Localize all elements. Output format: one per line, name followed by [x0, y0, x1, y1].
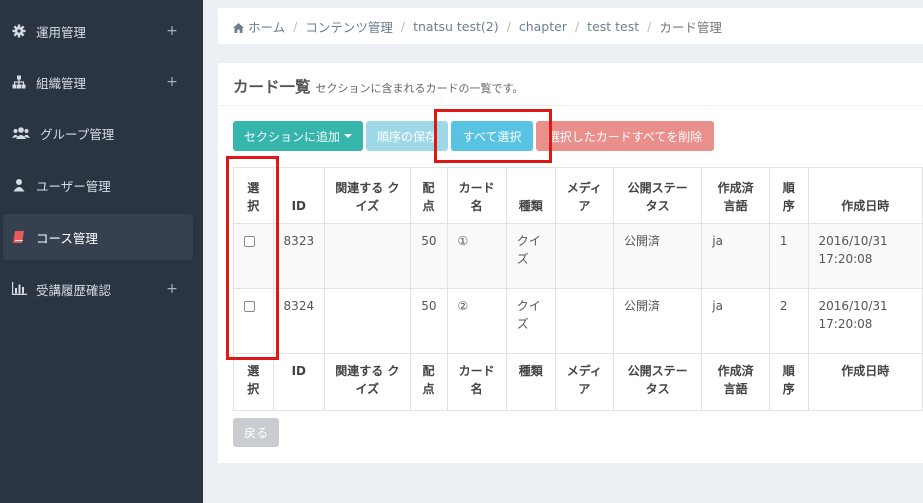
- back-button[interactable]: 戻る: [233, 418, 279, 447]
- cell-created: 2016/10/31 17:20:08: [807, 223, 923, 289]
- col-media: メディア: [554, 167, 614, 224]
- table-row: 8323 50 ① クイズ 公開済 ja 1 2016/10/31 17:20:…: [233, 223, 923, 289]
- cell-type: クイズ: [505, 288, 556, 354]
- sidebar-item-users[interactable]: ユーザー管理: [3, 162, 193, 208]
- table-footer: 選択 ID 関連する クイズ 配点 カード名 種類 メディア 公開ステータス 作…: [233, 353, 923, 411]
- cell-card-name: ①: [446, 223, 507, 289]
- breadcrumb-item[interactable]: tnatsu test(2): [413, 19, 499, 34]
- sidebar-item-label: 運用管理: [36, 24, 87, 40]
- expand-icon[interactable]: +: [165, 281, 179, 297]
- col-card-name: カード名: [446, 167, 507, 224]
- breadcrumb-separator: /: [293, 18, 298, 34]
- divider: [218, 105, 923, 106]
- breadcrumb-item[interactable]: test test: [587, 19, 639, 34]
- breadcrumb-label: ホーム: [248, 19, 286, 35]
- cell-language: ja: [701, 288, 770, 354]
- col-points: 配点: [409, 353, 448, 411]
- sidebar-item-courses[interactable]: コース管理: [3, 214, 193, 260]
- add-to-section-button[interactable]: セクションに追加: [233, 121, 363, 151]
- book-icon: [12, 230, 26, 244]
- col-select: 選択: [233, 353, 274, 411]
- user-icon: [12, 178, 26, 192]
- cell-order: 2: [768, 288, 809, 354]
- col-created: 作成日時: [807, 353, 923, 411]
- sidebar-item-label: 受講履歴確認: [36, 282, 112, 298]
- card-list-panel: カード一覧 セクションに含まれるカードの一覧です。 セクションに追加 順序の保存…: [218, 63, 923, 463]
- table-footer-row: 選択 ID 関連する クイズ 配点 カード名 種類 メディア 公開ステータス 作…: [233, 353, 923, 411]
- table-header-row: 選択 ID 関連する クイズ 配点 カード名 種類 メディア 公開ステータス 作…: [233, 167, 923, 224]
- sidebar-item-label: コース管理: [36, 230, 98, 246]
- col-media: メディア: [554, 353, 614, 411]
- col-created: 作成日時: [807, 167, 923, 224]
- cell-quiz: [324, 288, 411, 354]
- breadcrumb-separator: /: [400, 18, 406, 34]
- breadcrumb-separator: /: [574, 18, 580, 34]
- cell-status: 公開済: [612, 288, 703, 354]
- sitemap-icon: [12, 75, 26, 89]
- breadcrumb: ホーム / コンテンツ管理 / tnatsu test(2) / chapter…: [218, 8, 923, 44]
- table-row: 8324 50 ② クイズ 公開済 ja 2 2016/10/31 17:20:…: [233, 288, 923, 354]
- caret-down-icon: [344, 134, 352, 138]
- page-subtitle: セクションに含まれるカードの一覧です。: [315, 82, 524, 95]
- col-order: 順序: [768, 167, 809, 224]
- breadcrumb-separator: /: [506, 18, 511, 34]
- sidebar-item-organization[interactable]: 組織管理 +: [3, 59, 193, 105]
- col-card-name: カード名: [446, 353, 507, 411]
- expand-icon[interactable]: +: [165, 74, 179, 90]
- highlight-box: [226, 156, 279, 360]
- cell-points: 50: [409, 288, 448, 354]
- home-icon: [233, 21, 244, 33]
- card-table: 選択 ID 関連する クイズ 配点 カード名 種類 メディア 公開ステータス 作…: [233, 167, 923, 411]
- cell-id: 8324: [272, 288, 326, 354]
- cell-media: [554, 288, 614, 354]
- cell-media: [554, 223, 614, 289]
- col-language: 作成済言語: [701, 167, 770, 224]
- cell-status: 公開済: [612, 223, 703, 289]
- sidebar-item-label: ユーザー管理: [36, 178, 111, 194]
- col-points: 配点: [409, 167, 448, 224]
- sidebar-item-label: 組織管理: [36, 75, 87, 91]
- breadcrumb-current: カード管理: [659, 19, 722, 35]
- cell-order: 1: [768, 223, 809, 289]
- sidebar: 運用管理 + 組織管理 + グループ管理 ユーザー管理 コース管理 受講履歴確認…: [0, 0, 203, 503]
- col-quiz: 関連する クイズ: [324, 167, 411, 224]
- col-status: 公開ステータス: [612, 167, 703, 224]
- col-status: 公開ステータス: [612, 353, 703, 411]
- col-order: 順序: [768, 353, 809, 411]
- cell-type: クイズ: [505, 223, 556, 289]
- col-type: 種類: [505, 353, 556, 411]
- table-header: 選択 ID 関連する クイズ 配点 カード名 種類 メディア 公開ステータス 作…: [233, 167, 923, 224]
- cell-created: 2016/10/31 17:20:08: [807, 288, 923, 354]
- col-language: 作成済言語: [701, 353, 770, 411]
- gear-icon: [12, 24, 26, 38]
- cell-points: 50: [409, 223, 448, 289]
- panel-header: カード一覧 セクションに含まれるカードの一覧です。: [233, 75, 523, 97]
- sidebar-item-history[interactable]: 受講履歴確認 +: [3, 266, 193, 312]
- breadcrumb-home[interactable]: ホーム: [233, 17, 285, 36]
- col-quiz: 関連する クイズ: [324, 353, 411, 411]
- table-body: 8323 50 ① クイズ 公開済 ja 1 2016/10/31 17:20:…: [233, 223, 923, 354]
- cell-quiz: [324, 223, 411, 289]
- highlight-box: [434, 109, 552, 163]
- button-label: セクションに追加: [243, 129, 340, 144]
- cell-id: 8323: [272, 223, 326, 289]
- breadcrumb-item[interactable]: コンテンツ管理: [305, 17, 393, 36]
- page-title: カード一覧: [233, 78, 311, 96]
- users-icon: [12, 126, 30, 140]
- cell-card-name: ②: [446, 288, 507, 354]
- sidebar-item-label: グループ管理: [40, 126, 115, 142]
- col-id: ID: [272, 167, 326, 224]
- breadcrumb-item[interactable]: chapter: [519, 19, 567, 34]
- breadcrumb-separator: /: [647, 18, 652, 34]
- cell-language: ja: [701, 223, 770, 289]
- col-type: 種類: [505, 167, 556, 224]
- bar-chart-icon: [12, 282, 27, 296]
- expand-icon[interactable]: +: [165, 23, 179, 39]
- delete-selected-button[interactable]: 選択したカードすべてを削除: [536, 121, 714, 151]
- sidebar-item-groups[interactable]: グループ管理: [3, 110, 193, 156]
- sidebar-item-operations[interactable]: 運用管理 +: [3, 8, 193, 54]
- col-id: ID: [272, 353, 326, 411]
